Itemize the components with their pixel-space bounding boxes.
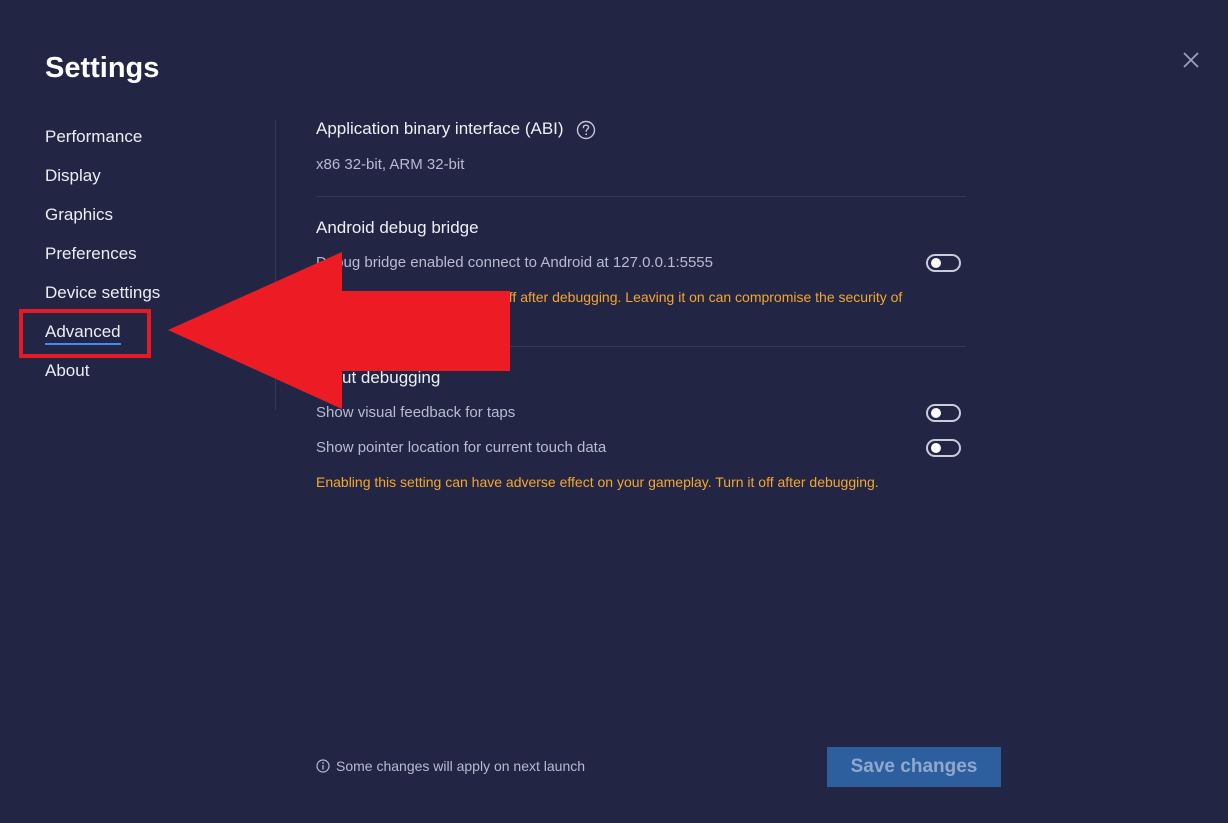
pointer-arrow-icon <box>168 252 510 409</box>
settings-dialog: Settings Performance Display Graphics Pr… <box>0 0 1228 823</box>
close-icon[interactable] <box>1180 49 1202 71</box>
adb-warning: off after debugging. Leaving it on can c… <box>501 289 903 305</box>
footer-note: Some changes will apply on next launch <box>316 758 585 774</box>
footer-note-text: Some changes will apply on next launch <box>336 758 586 774</box>
adb-toggle[interactable] <box>926 254 961 272</box>
visual-feedback-toggle[interactable] <box>926 404 961 422</box>
pointer-location-toggle[interactable] <box>926 439 961 457</box>
pointer-location-label: Show pointer location for current touch … <box>316 439 607 456</box>
info-icon <box>316 759 330 773</box>
toggle-knob <box>931 443 941 453</box>
toggle-knob <box>931 258 941 268</box>
save-changes-button[interactable]: Save changes <box>827 747 1001 787</box>
help-circle-icon[interactable] <box>576 120 596 140</box>
input-debugging-warning: Enabling this setting can have adverse e… <box>316 474 879 490</box>
toggle-knob <box>931 408 941 418</box>
